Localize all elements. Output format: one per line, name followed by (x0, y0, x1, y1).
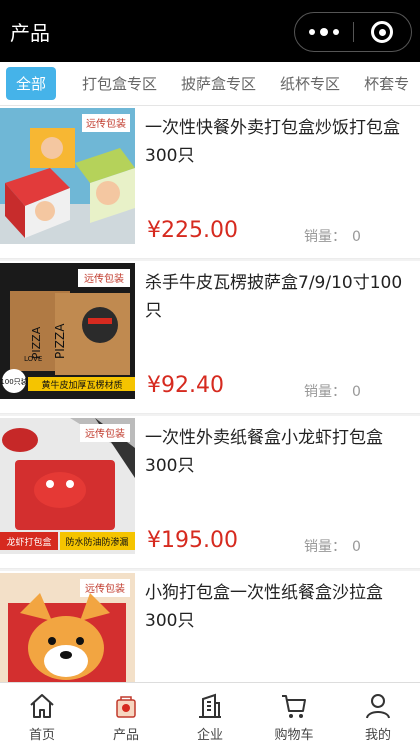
svg-text:龙虾打包盒: 龙虾打包盒 (6, 536, 51, 548)
product-item[interactable]: 远传包装 一次性快餐外卖打包盒炒饭打包盒300只 ¥225.00 销量： 0 (0, 106, 420, 259)
nav-cart-label: 购物车 (274, 728, 314, 743)
svg-text:防水防油防渗漏: 防水防油防渗漏 (65, 536, 128, 548)
product-list: 远传包装 一次性快餐外卖打包盒炒饭打包盒300只 ¥225.00 销量： 0 远传… (0, 106, 420, 682)
nav-company-label: 企业 (196, 728, 223, 743)
product-image: 远传包装 龙虾打包盒 防水防油防渗漏 (0, 418, 135, 554)
svg-text:远传包装: 远传包装 (84, 272, 124, 285)
page-title: 产品 (10, 21, 50, 45)
product-name[interactable]: 杀手牛皮瓦楞披萨盒7/9/10寸100只 (145, 269, 413, 325)
sales-label: 销量： (304, 384, 346, 400)
nav-cart[interactable]: 购物车 (252, 683, 336, 747)
top-bar: 产品 (0, 0, 420, 62)
nav-company[interactable]: 企业 (168, 683, 252, 747)
svg-text:黄牛皮加厚瓦楞材质: 黄牛皮加厚瓦楞材质 (41, 379, 122, 391)
product-sales: 销量： 0 (304, 536, 361, 556)
tab-paper-cup[interactable]: 纸杯专区 (268, 73, 352, 94)
svg-text:远传包装: 远传包装 (85, 582, 125, 595)
nav-home-label: 首页 (28, 728, 55, 743)
tab-takeout-box[interactable]: 打包盒专区 (70, 73, 169, 94)
more-icon[interactable] (295, 27, 353, 36)
svg-text:100只装: 100只装 (0, 377, 27, 386)
product-sales: 销量： 0 (304, 226, 361, 246)
product-price: ¥92.40 (147, 373, 224, 398)
product-name[interactable]: 一次性快餐外卖打包盒炒饭打包盒300只 (145, 114, 413, 170)
category-tabs: 全部 打包盒专区 披萨盒专区 纸杯专区 杯套专 (0, 62, 420, 106)
bottom-nav: 首页 产品 企业 购物车 我的 (0, 682, 420, 747)
nav-home[interactable]: 首页 (0, 683, 84, 747)
tab-pizza-box[interactable]: 披萨盒专区 (169, 73, 268, 94)
sales-count: 0 (352, 384, 361, 400)
product-image: 远传包装 (0, 108, 135, 244)
svg-text:LOVE: LOVE (24, 355, 42, 363)
home-icon (30, 694, 54, 718)
product-image: 远传包装 PIZZA LOVE PIZZA 100只装 黄牛皮加厚瓦楞材质 (0, 263, 135, 399)
product-name[interactable]: 小狗打包盒一次性纸餐盒沙拉盒300只 (145, 579, 413, 635)
product-price: ¥225.00 (147, 218, 238, 243)
nav-mine[interactable]: 我的 (336, 683, 420, 747)
tab-cup-sleeve[interactable]: 杯套专 (352, 73, 420, 94)
product-item[interactable]: 远传包装 龙虾打包盒 防水防油防渗漏 一次性外卖纸餐盒小龙虾打包盒300只 ¥1… (0, 416, 420, 569)
product-item[interactable]: 远传包装 小狗打包盒一次性纸餐盒沙拉盒300只 (0, 571, 420, 682)
close-target-icon[interactable] (353, 21, 411, 43)
product-item[interactable]: 远传包装 PIZZA LOVE PIZZA 100只装 黄牛皮加厚瓦楞材质 杀手… (0, 261, 420, 414)
brand-logo-text: 远传包装 (86, 117, 126, 130)
product-icon (116, 696, 136, 718)
user-icon (366, 694, 390, 719)
product-image: 远传包装 (0, 573, 135, 682)
tab-all[interactable]: 全部 (6, 67, 57, 100)
sales-count: 0 (352, 229, 361, 245)
svg-text:远传包装: 远传包装 (85, 427, 125, 440)
sales-count: 0 (352, 539, 361, 555)
sales-label: 销量： (304, 229, 346, 245)
nav-product-label: 产品 (112, 728, 139, 743)
product-price: ¥195.00 (147, 528, 238, 553)
sales-label: 销量： (304, 539, 346, 555)
mini-program-capsule (294, 12, 412, 52)
nav-product[interactable]: 产品 (84, 683, 168, 747)
product-name[interactable]: 一次性外卖纸餐盒小龙虾打包盒300只 (145, 424, 413, 480)
nav-mine-label: 我的 (364, 728, 391, 743)
product-sales: 销量： 0 (304, 381, 361, 401)
cart-icon (282, 695, 306, 718)
svg-text:PIZZA: PIZZA (53, 323, 67, 359)
building-icon (199, 693, 221, 718)
